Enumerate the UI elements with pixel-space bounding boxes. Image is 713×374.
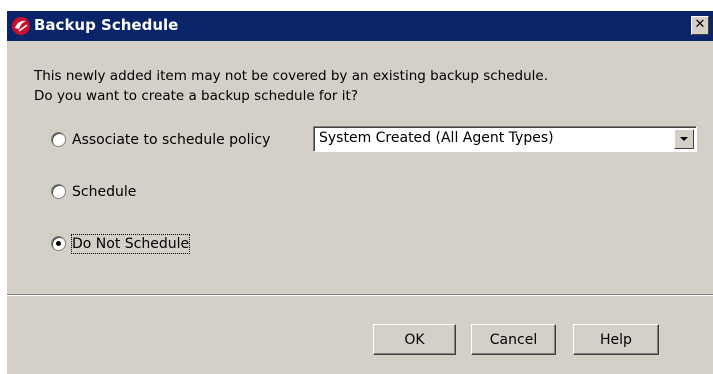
radio-label: Schedule <box>72 184 137 200</box>
prompt-message: This newly added item may not be covered… <box>34 66 694 106</box>
schedule-policy-select[interactable]: System Created (All Agent Types) <box>313 126 697 152</box>
radio-button[interactable] <box>51 236 66 251</box>
cancel-button[interactable]: Cancel <box>471 324 556 355</box>
dialog-title: Backup Schedule <box>34 16 179 34</box>
dropdown-button[interactable] <box>674 129 694 149</box>
title-bar[interactable]: Backup Schedule ✕ <box>7 11 713 41</box>
close-button[interactable]: ✕ <box>691 16 709 35</box>
radio-label: Do Not Schedule <box>70 234 191 254</box>
chevron-down-icon <box>680 137 688 141</box>
help-button[interactable]: Help <box>573 324 659 355</box>
select-value: System Created (All Agent Types) <box>319 130 554 146</box>
app-logo-icon <box>12 17 30 35</box>
message-line-1: This newly added item may not be covered… <box>34 68 548 84</box>
message-line-2: Do you want to create a backup schedule … <box>34 88 358 104</box>
backup-schedule-dialog: Backup Schedule ✕ This newly added item … <box>7 11 713 374</box>
radio-button[interactable] <box>51 184 66 199</box>
radio-button[interactable] <box>51 132 66 147</box>
radio-label: Associate to schedule policy <box>72 132 271 148</box>
radio-selected-dot <box>56 241 61 246</box>
close-icon: ✕ <box>694 17 706 32</box>
ok-button[interactable]: OK <box>373 324 456 355</box>
divider <box>7 294 713 296</box>
